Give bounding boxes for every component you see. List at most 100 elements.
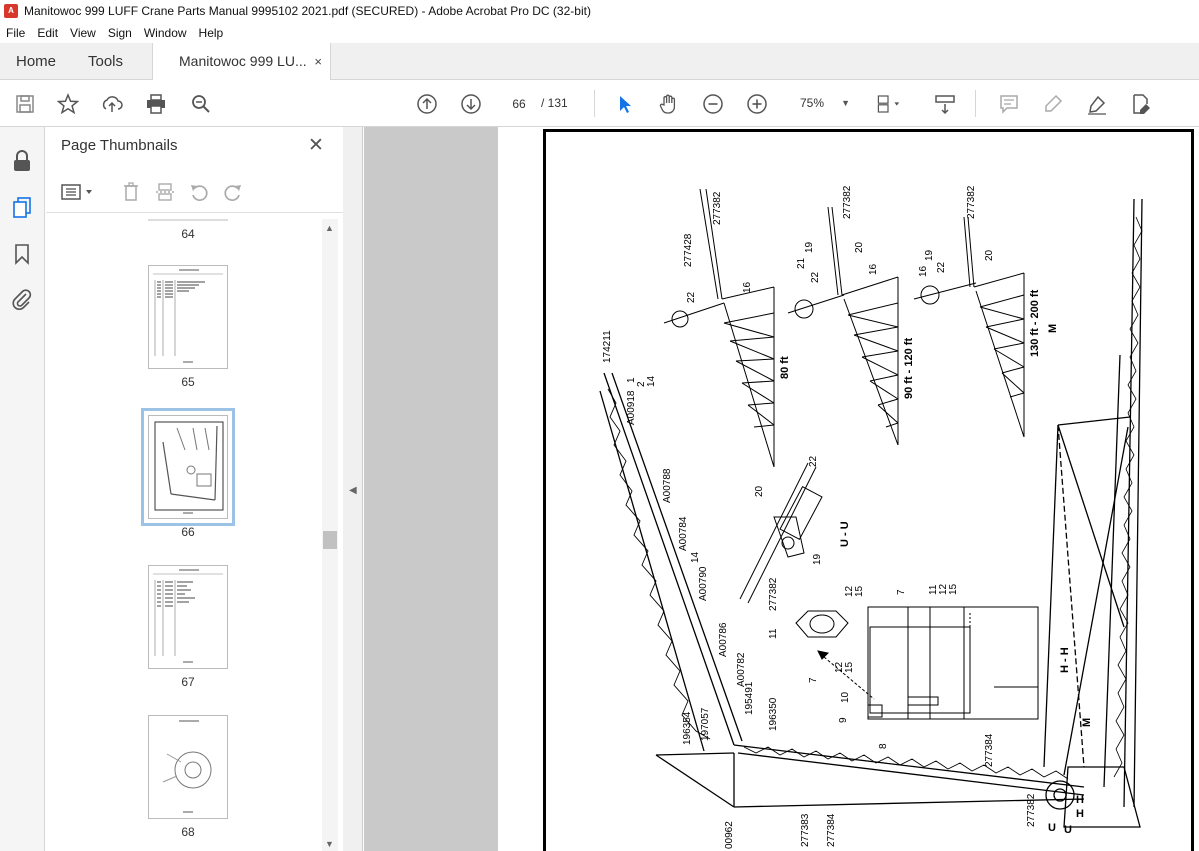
rotate-left-icon[interactable]	[188, 181, 210, 203]
hand-tool-icon[interactable]	[657, 92, 681, 116]
edit-document-icon[interactable]	[1129, 92, 1153, 116]
thumbnail-number: 67	[181, 675, 195, 689]
drawing-label: H	[1076, 794, 1084, 806]
page-display-icon[interactable]	[876, 92, 900, 116]
scroll-up-icon[interactable]: ▲	[325, 223, 334, 233]
zoom-level-value: 75%	[800, 96, 825, 110]
sign-pen-icon[interactable]	[1085, 92, 1109, 116]
drawing-label: A00788	[662, 468, 673, 503]
detail-80ft	[663, 188, 775, 468]
thumbnail-page-66[interactable]: 66	[140, 408, 235, 555]
tab-document[interactable]: Manitowoc 999 LU... ×	[152, 43, 331, 81]
drawing-label: 22	[808, 455, 819, 467]
zoom-level-dropdown[interactable]: 75% ▼	[790, 92, 856, 114]
bookmark-icon[interactable]	[10, 242, 34, 266]
toolbar-divider	[594, 90, 595, 117]
drawing-label: U - U	[839, 521, 851, 547]
menu-edit[interactable]: Edit	[37, 26, 58, 40]
drawing-label: H - H	[1059, 647, 1071, 673]
delete-page-icon[interactable]	[120, 181, 142, 203]
drawing-label: 277382	[712, 191, 723, 225]
drawing-label: 174211	[602, 330, 613, 363]
zoom-search-icon[interactable]	[189, 92, 213, 116]
drawing-label: 8	[878, 743, 889, 749]
scroll-mode-icon[interactable]	[933, 92, 957, 116]
tab-home[interactable]: Home	[16, 43, 56, 80]
tab-document-label: Manitowoc 999 LU...	[179, 53, 307, 69]
menu-window[interactable]: Window	[144, 26, 187, 40]
scrollbar-thumb[interactable]	[323, 531, 337, 549]
drawing-label: 277382	[966, 185, 977, 219]
thumbnail-page-67[interactable]: 67	[140, 565, 230, 705]
thumbnail-scrollbar[interactable]: ▲ ▼	[322, 219, 338, 851]
crane-drawing: 277382 277428 22 16 80 ft 277382 19 20 2…	[599, 185, 1143, 849]
drawing-label: 196350	[768, 697, 779, 731]
drawing-label: 197057	[700, 707, 711, 741]
drawing-label: 14	[690, 551, 701, 563]
tab-tools[interactable]: Tools	[88, 43, 123, 80]
thumbnail-number: 66	[181, 525, 195, 539]
chevron-down-icon: ▼	[841, 98, 850, 108]
extract-page-icon[interactable]	[154, 181, 176, 203]
chevron-left-icon: ◀	[349, 485, 357, 496]
thumbnail-options-icon[interactable]	[60, 181, 96, 203]
thumbnail-number: 64	[181, 227, 195, 241]
attachment-icon[interactable]	[10, 287, 34, 311]
thumbnail-page-65[interactable]: 65	[140, 265, 230, 405]
drawing-label: 130 ft - 200 ft	[1029, 289, 1041, 357]
menu-sign[interactable]: Sign	[108, 26, 132, 40]
main-boom	[599, 372, 1085, 808]
detail-pin	[795, 610, 875, 700]
menu-help[interactable]: Help	[199, 26, 224, 40]
drawing-label: 22	[686, 291, 697, 303]
drawing-label: 277383	[800, 813, 811, 847]
window-title: Manitowoc 999 LUFF Crane Parts Manual 99…	[24, 4, 591, 18]
highlight-pen-icon[interactable]	[1041, 92, 1065, 116]
page-number-input[interactable]: 66	[501, 92, 537, 114]
lock-icon[interactable]	[10, 149, 34, 173]
save-icon[interactable]	[13, 92, 37, 116]
main-toolbar: 66 / 131 75% ▼	[0, 80, 1199, 127]
drawing-label: 16	[868, 263, 879, 275]
drawing-label: 00962	[724, 821, 735, 849]
scroll-down-icon[interactable]: ▼	[325, 839, 334, 849]
tab-bar: Home Tools Manitowoc 999 LU... ×	[0, 43, 1199, 81]
panel-title: Page Thumbnails	[61, 137, 178, 154]
drawing-label: 15	[948, 583, 959, 595]
menu-view[interactable]: View	[70, 26, 96, 40]
panel-collapse-handle[interactable]: ◀	[343, 127, 363, 851]
drawing-label: A00918	[626, 390, 637, 425]
zoom-out-icon[interactable]	[701, 92, 725, 116]
select-cursor-icon[interactable]	[613, 92, 637, 116]
drawing-label: H	[1076, 808, 1084, 820]
drawing-label: A00784	[678, 516, 689, 551]
print-icon[interactable]	[144, 92, 168, 116]
drawing-label: M	[1047, 324, 1059, 333]
next-page-icon[interactable]	[459, 92, 483, 116]
drawing-label: 196354	[682, 711, 693, 745]
menu-file[interactable]: File	[6, 26, 25, 40]
drawing-label: 7	[896, 589, 907, 595]
pdf-app-icon: A	[4, 4, 18, 18]
document-view[interactable]: 277382 277428 22 16 80 ft 277382 19 20 2…	[364, 127, 1199, 851]
drawing-label: 19	[812, 553, 823, 565]
drawing-label: 22	[936, 261, 947, 273]
close-panel-icon[interactable]: ✕	[308, 134, 324, 157]
drawing-label: 22	[810, 271, 821, 283]
thumbnail-page-64[interactable]: 64	[140, 219, 230, 249]
page-thumbnails-icon[interactable]	[10, 195, 34, 219]
drawing-label: M	[1081, 718, 1093, 727]
previous-page-icon[interactable]	[415, 92, 439, 116]
star-icon[interactable]	[56, 92, 80, 116]
close-tab-icon[interactable]: ×	[314, 43, 322, 80]
rotate-right-icon[interactable]	[222, 181, 244, 203]
drawing-label: 21	[796, 257, 807, 269]
comment-icon[interactable]	[997, 92, 1021, 116]
menu-bar: File Edit View Sign Window Help	[0, 22, 1199, 43]
upload-icon[interactable]	[100, 92, 124, 116]
thumbnail-page-68[interactable]: 68	[140, 715, 230, 851]
drawing-label: 277382	[1026, 793, 1037, 827]
thumbnail-number: 68	[181, 825, 195, 839]
zoom-in-icon[interactable]	[745, 92, 769, 116]
thumbnail-image	[148, 715, 228, 819]
